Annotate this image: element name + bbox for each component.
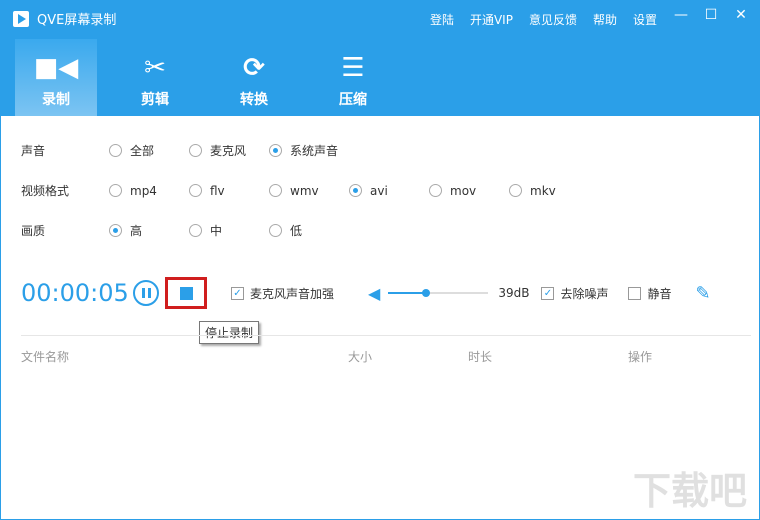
col-duration: 时长 [468, 350, 493, 364]
format-avi-radio[interactable]: avi [349, 184, 429, 198]
stop-button[interactable] [165, 277, 207, 309]
quality-low-radio[interactable]: 低 [269, 222, 349, 239]
sound-system-radio[interactable]: 系统声音 [269, 142, 349, 159]
menu-feedback[interactable]: 意见反馈 [529, 11, 577, 28]
maximize-icon[interactable]: ☐ [701, 7, 721, 23]
denoise-label: 去除噪声 [560, 286, 609, 301]
volume-value: 39dB [498, 286, 530, 300]
tab-label: 录制 [42, 92, 70, 108]
tab-compress[interactable]: ☰ 压缩 [312, 39, 394, 116]
header: QVE屏幕录制 登陆 开通VIP 意见反馈 帮助 设置 — ☐ ✕ ■◀ 录制 ✂ 剪辑… [1, 1, 760, 116]
format-mkv-radio[interactable]: mkv [509, 184, 589, 198]
refresh-icon: ⟳ [243, 53, 265, 83]
tab-record[interactable]: ■◀ 录制 [15, 39, 97, 116]
quality-label: 画质 [21, 224, 46, 238]
minimize-icon[interactable]: — [671, 7, 691, 23]
quality-row: 画质 高 中 低 [21, 222, 349, 239]
mic-boost-label: 麦克风声音加强 [250, 286, 335, 301]
scissors-icon: ✂ [144, 53, 166, 83]
denoise-checkbox[interactable]: ✓ [541, 286, 555, 300]
tab-edit[interactable]: ✂ 剪辑 [114, 39, 196, 116]
pencil-icon[interactable]: ✎ [695, 283, 710, 304]
volume-slider-knob[interactable] [422, 289, 431, 297]
tab-label: 剪辑 [141, 92, 169, 108]
quality-high-radio[interactable]: 高 [109, 222, 189, 239]
tab-label: 转换 [240, 92, 268, 108]
menu-vip[interactable]: 开通VIP [470, 11, 513, 28]
sound-all-radio[interactable]: 全部 [109, 142, 189, 159]
app-logo-icon [13, 10, 29, 27]
quality-mid-radio[interactable]: 中 [189, 222, 269, 239]
sound-mic-radio[interactable]: 麦克风 [189, 142, 269, 159]
col-actions: 操作 [628, 350, 653, 364]
col-size: 大小 [348, 350, 373, 364]
sound-row: 声音 全部 麦克风 系统声音 [21, 142, 349, 159]
pause-button[interactable] [133, 280, 159, 306]
format-flv-radio[interactable]: flv [189, 184, 269, 198]
mute-label: 静音 [647, 286, 672, 301]
close-icon[interactable]: ✕ [731, 7, 751, 23]
menu-help[interactable]: 帮助 [593, 11, 617, 28]
stack-icon: ☰ [341, 53, 365, 83]
mic-boost-checkbox[interactable]: ✓ [231, 286, 244, 300]
app-title: QVE屏幕录制 [37, 13, 117, 28]
recording-controls: 00:00:05 ✓ 麦克风声音加强 ◀ 39dB ✓ 去除噪声 静音 ✎ [21, 276, 741, 310]
file-table-header: 文件名称 大小 时长 操作 [21, 335, 751, 364]
format-mov-radio[interactable]: mov [429, 184, 509, 198]
menu-settings[interactable]: 设置 [633, 11, 657, 28]
format-label: 视频格式 [21, 184, 70, 198]
col-filename: 文件名称 [21, 350, 70, 364]
volume-slider[interactable] [388, 289, 489, 297]
watermark: 下载吧 [632, 469, 747, 513]
menu-login[interactable]: 登陆 [430, 11, 454, 28]
video-camera-icon: ■◀ [33, 53, 79, 83]
recording-timer: 00:00:05 [21, 279, 129, 307]
mute-checkbox[interactable] [628, 286, 642, 300]
format-mp4-radio[interactable]: mp4 [109, 184, 189, 198]
app-window: QVE屏幕录制 登陆 开通VIP 意见反馈 帮助 设置 — ☐ ✕ ■◀ 录制 ✂ 剪辑… [0, 0, 760, 520]
sound-label: 声音 [21, 144, 46, 158]
format-wmv-radio[interactable]: wmv [269, 184, 349, 198]
tab-label: 压缩 [339, 92, 367, 108]
format-row: 视频格式 mp4 flv wmv avi mov mkv [21, 182, 589, 199]
stop-icon [179, 286, 193, 300]
tab-convert[interactable]: ⟳ 转换 [213, 39, 295, 116]
speaker-icon: ◀ [368, 283, 381, 303]
